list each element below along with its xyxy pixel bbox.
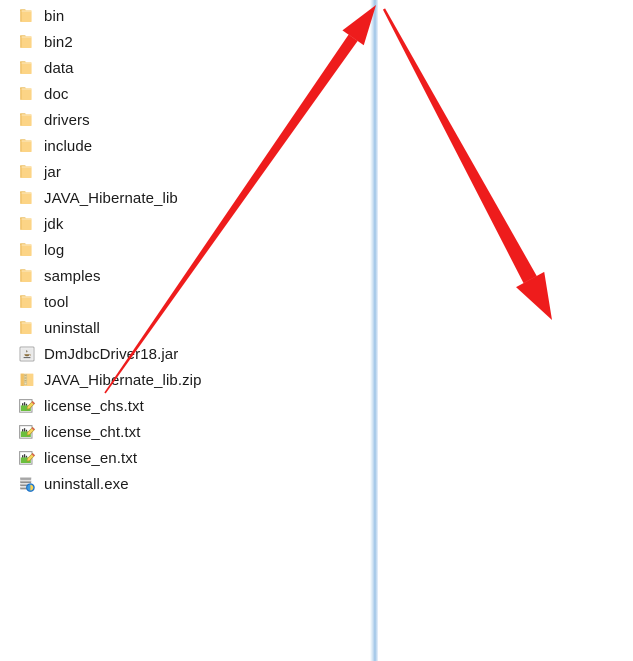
text-edit-icon bbox=[18, 397, 36, 415]
list-item[interactable]: jar bbox=[18, 159, 202, 185]
item-name: JAVA_Hibernate_lib bbox=[44, 189, 178, 207]
item-name: DmJdbcDriver18.jar bbox=[44, 345, 179, 363]
list-item[interactable]: drivers bbox=[18, 107, 202, 133]
item-name: bin2 bbox=[44, 33, 73, 51]
item-name: uninstall bbox=[44, 319, 100, 337]
folder-icon bbox=[18, 59, 36, 77]
folder-icon bbox=[18, 267, 36, 285]
left-file-list-pane: bin bin2 data doc drivers include jar JA… bbox=[0, 0, 370, 661]
text-edit-icon bbox=[18, 423, 36, 441]
item-name: samples bbox=[44, 267, 101, 285]
folder-icon bbox=[18, 163, 36, 181]
list-item[interactable]: log bbox=[18, 237, 202, 263]
folder-icon bbox=[18, 215, 36, 233]
item-name: include bbox=[44, 137, 93, 155]
list-item[interactable]: include bbox=[18, 133, 202, 159]
item-name: drivers bbox=[44, 111, 90, 129]
folder-icon bbox=[18, 111, 36, 129]
list-item[interactable]: license_chs.txt bbox=[18, 393, 202, 419]
list-item[interactable]: license_cht.txt bbox=[18, 419, 202, 445]
item-name: uninstall.exe bbox=[44, 475, 129, 493]
folder-icon bbox=[18, 189, 36, 207]
item-name: doc bbox=[44, 85, 69, 103]
java-jar-icon bbox=[18, 345, 36, 363]
folder-icon bbox=[18, 241, 36, 259]
list-item[interactable]: uninstall bbox=[18, 315, 202, 341]
item-name: data bbox=[44, 59, 74, 77]
list-item[interactable]: JAVA_Hibernate_lib bbox=[18, 185, 202, 211]
item-name: license_cht.txt bbox=[44, 423, 141, 441]
list-item[interactable]: bin bbox=[18, 3, 202, 29]
folder-icon bbox=[18, 33, 36, 51]
item-name: tool bbox=[44, 293, 69, 311]
list-item[interactable]: data bbox=[18, 55, 202, 81]
list-item[interactable]: bin2 bbox=[18, 29, 202, 55]
list-item[interactable]: uninstall.exe bbox=[18, 471, 202, 497]
list-item[interactable]: license_en.txt bbox=[18, 445, 202, 471]
folder-icon bbox=[18, 293, 36, 311]
item-name: log bbox=[44, 241, 65, 259]
item-name: license_chs.txt bbox=[44, 397, 144, 415]
list-item[interactable]: JAVA_Hibernate_lib.zip bbox=[18, 367, 202, 393]
folder-icon bbox=[18, 85, 36, 103]
zip-icon bbox=[18, 371, 36, 389]
folder-icon bbox=[18, 137, 36, 155]
item-name: JAVA_Hibernate_lib.zip bbox=[44, 371, 202, 389]
list-item[interactable]: tool bbox=[18, 289, 202, 315]
folder-icon bbox=[18, 319, 36, 337]
right-file-list-pane: 名称 dropins p2 plugins Special bbox=[370, 0, 633, 661]
installer-exe-icon bbox=[18, 475, 36, 493]
text-edit-icon bbox=[18, 449, 36, 467]
list-item[interactable]: samples bbox=[18, 263, 202, 289]
list-item[interactable]: jdk bbox=[18, 211, 202, 237]
item-name: jdk bbox=[44, 215, 64, 233]
folder-icon bbox=[18, 7, 36, 25]
left-file-list: bin bin2 data doc drivers include jar JA… bbox=[18, 3, 202, 497]
item-name: license_en.txt bbox=[44, 449, 138, 467]
item-name: jar bbox=[44, 163, 61, 181]
item-name: bin bbox=[44, 7, 65, 25]
list-item[interactable]: doc bbox=[18, 81, 202, 107]
list-item[interactable]: DmJdbcDriver18.jar bbox=[18, 341, 202, 367]
